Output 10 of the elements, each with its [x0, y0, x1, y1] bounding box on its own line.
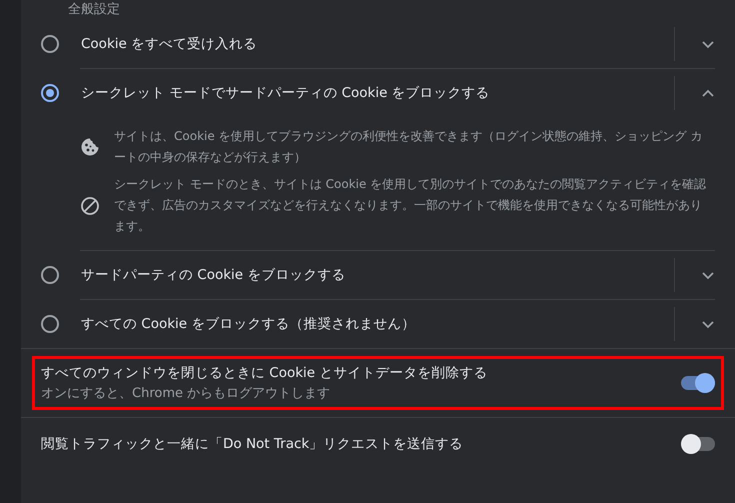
description-text: シークレット モードのとき、サイトは Cookie を使用して別のサイトでのあなたの閲覧アクティビティを確認できず、広告のカスタマイズなどを行えなくなります。一部のサイトで機能を使用できなくなる可能性があります。	[114, 176, 708, 235]
option-label: シークレット モードでサードパーティの Cookie をブロックする	[81, 84, 491, 102]
toggle-label: すべてのウィンドウを閉じるときに Cookie とサイトデータを削除する	[41, 364, 488, 383]
description-text: サイトは、Cookie を使用してブラウジングの利便性を改善できます（ログイン状態の維持、ショッピング カートの中身の保存などが行えます）	[114, 128, 704, 166]
option-label: サードパーティの Cookie をブロックする	[81, 266, 346, 284]
option-label: Cookie をすべて受け入れる	[81, 35, 258, 53]
toggle-hint: オンにすると、Chrome からもログアウトします	[41, 385, 332, 403]
toggle-label: 閲覧トラフィックと一緒に「Do Not Track」リクエストを送信する	[41, 435, 464, 454]
section-title: 全般設定	[67, 1, 121, 19]
option-label: すべての Cookie をブロックする（推奨されません）	[81, 315, 416, 333]
